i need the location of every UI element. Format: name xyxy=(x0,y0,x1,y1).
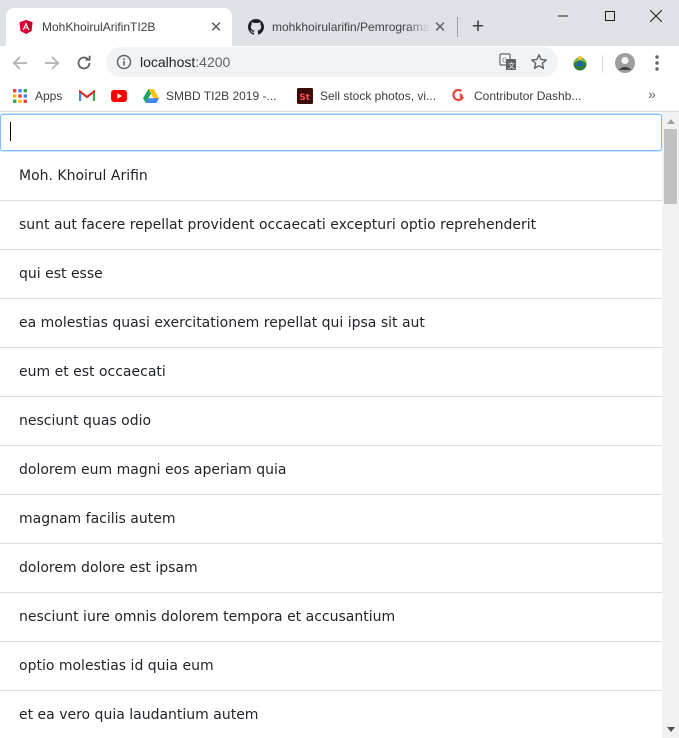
tab-title: mohkhoirularifin/Pemrograman xyxy=(272,20,430,34)
tab-title: MohKhoirulArifinTI2B xyxy=(42,20,156,34)
list-item[interactable]: et ea vero quia laudantium autem xyxy=(0,691,662,738)
close-window-button[interactable] xyxy=(633,0,679,32)
url-host: localhost xyxy=(140,54,196,70)
bookmarks-overflow-icon[interactable]: » xyxy=(648,86,656,102)
bookmark-apps[interactable]: Apps xyxy=(12,86,62,106)
page-content: Moh. Khoirul Arifin sunt aut facere repe… xyxy=(0,112,679,738)
bookmark-label: Contributor Dashb... xyxy=(474,89,582,103)
translate-icon[interactable]: G文 xyxy=(499,53,517,71)
back-button[interactable] xyxy=(6,49,34,77)
tab-angular-app[interactable]: MohKhoirulArifinTI2B ✕ xyxy=(6,8,232,46)
list-item[interactable]: dolorem dolore est ipsam xyxy=(0,544,662,593)
arrow-left-icon xyxy=(12,56,27,70)
angular-icon xyxy=(18,19,34,35)
maximize-button[interactable] xyxy=(587,0,633,32)
scroll-up-arrow-icon[interactable] xyxy=(662,115,679,127)
reload-icon xyxy=(77,55,91,70)
apps-grid-icon xyxy=(12,88,28,104)
list-item[interactable]: eum et est occaecati xyxy=(0,348,662,397)
contributor-icon xyxy=(451,88,467,104)
list-item[interactable]: qui est esse xyxy=(0,250,662,299)
bookmark-star-icon[interactable] xyxy=(530,53,548,71)
list-item[interactable]: nesciunt iure omnis dolorem tempora et a… xyxy=(0,593,662,642)
avatar-icon xyxy=(615,53,635,73)
minimize-icon xyxy=(558,15,568,17)
close-tab-icon[interactable]: ✕ xyxy=(430,17,450,37)
profile-avatar[interactable] xyxy=(613,51,637,75)
tab-strip: MohKhoirulArifinTI2B ✕ mohkhoirularifin/… xyxy=(0,0,679,46)
list-item[interactable]: ea molestias quasi exercitationem repell… xyxy=(0,299,662,348)
bookmark-gmail[interactable] xyxy=(79,86,102,106)
scroll-down-arrow-icon[interactable] xyxy=(662,723,679,735)
svg-text:G: G xyxy=(502,57,507,65)
bookmark-label: SMBD TI2B 2019 -... xyxy=(166,89,277,103)
browser-toolbar: localhost:4200 G文 xyxy=(0,46,679,80)
list-item[interactable]: sunt aut facere repellat provident occae… xyxy=(0,201,662,250)
list-item[interactable]: Moh. Khoirul Arifin xyxy=(0,152,662,201)
scrollbar-thumb[interactable] xyxy=(664,129,677,204)
address-bar[interactable]: localhost:4200 G文 xyxy=(106,47,558,77)
bookmark-smbd[interactable]: SMBD TI2B 2019 -... xyxy=(143,86,277,106)
svg-text:文: 文 xyxy=(508,61,515,70)
tab-github[interactable]: mohkhoirularifin/Pemrograman ✕ xyxy=(236,8,456,46)
new-tab-button[interactable]: + xyxy=(467,15,489,38)
svg-text:St: St xyxy=(299,93,310,103)
minimize-button[interactable] xyxy=(540,0,586,32)
list-item[interactable]: nesciunt quas odio xyxy=(0,397,662,446)
info-icon[interactable] xyxy=(116,54,132,75)
maximize-icon xyxy=(605,11,615,21)
kebab-menu-icon xyxy=(655,55,659,71)
close-icon xyxy=(650,10,662,22)
bookmark-label: Apps xyxy=(35,89,63,103)
forward-button[interactable] xyxy=(38,49,66,77)
menu-button[interactable] xyxy=(645,51,669,75)
extension-icon[interactable] xyxy=(568,51,592,75)
adobe-stock-icon: St xyxy=(297,88,313,104)
bookmark-youtube[interactable] xyxy=(111,86,134,106)
list-item[interactable]: optio molestias id quia eum xyxy=(0,642,662,691)
list-item[interactable]: magnam facilis autem xyxy=(0,495,662,544)
bookmark-adobe-stock[interactable]: St Sell stock photos, vi... xyxy=(297,86,436,106)
google-drive-icon xyxy=(143,88,159,104)
tab-separator xyxy=(457,17,458,37)
url-port: :4200 xyxy=(195,54,231,70)
toolbar-separator xyxy=(602,55,603,73)
arrow-right-icon xyxy=(45,56,60,70)
bookmarks-bar: Apps SMBD TI2B 2019 -... St Sell stock p… xyxy=(0,80,679,112)
bookmark-contributor[interactable]: Contributor Dashb... xyxy=(451,86,581,106)
search-input[interactable] xyxy=(0,114,662,151)
github-icon xyxy=(248,19,264,35)
gmail-icon xyxy=(79,88,95,104)
url-text[interactable]: localhost:4200 xyxy=(140,54,230,70)
close-tab-icon[interactable]: ✕ xyxy=(206,17,226,37)
bookmark-label: Sell stock photos, vi... xyxy=(320,89,437,103)
list-item[interactable]: dolorem eum magni eos aperiam quia xyxy=(0,446,662,495)
youtube-icon xyxy=(111,88,127,104)
post-list: Moh. Khoirul Arifin sunt aut facere repe… xyxy=(0,152,662,738)
reload-button[interactable] xyxy=(70,49,98,77)
vertical-scrollbar[interactable] xyxy=(662,112,679,738)
